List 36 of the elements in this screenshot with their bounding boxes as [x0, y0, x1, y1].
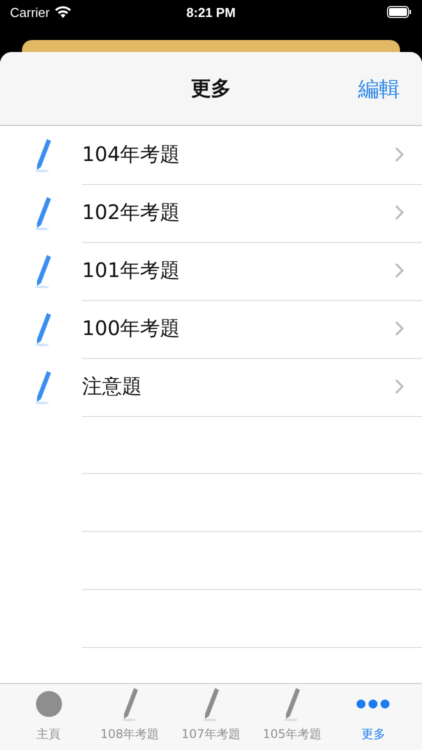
chevron-icon	[395, 379, 404, 394]
chevron-icon	[395, 321, 404, 336]
battery-icon	[387, 6, 412, 18]
pencil-icon	[32, 369, 54, 405]
circle-icon	[34, 690, 63, 718]
pencil-icon	[120, 686, 140, 722]
pencil-icon	[32, 137, 54, 173]
wifi-icon	[54, 6, 71, 18]
list-row[interactable]: 注意題	[82, 358, 422, 416]
edit-button[interactable]: 編輯	[358, 74, 400, 102]
pencil-icon	[32, 311, 54, 347]
tab[interactable]: 更多	[332, 684, 414, 746]
carrier-label: Carrier	[10, 4, 50, 20]
more-icon	[356, 699, 390, 709]
chevron-icon	[395, 147, 404, 162]
pencil-icon	[32, 195, 54, 231]
tab[interactable]: 108年考題	[89, 684, 170, 746]
row-label: 102年考題	[82, 199, 182, 226]
list-row[interactable]: 100年考題	[82, 300, 422, 358]
list-row[interactable]: 102年考題	[82, 184, 422, 242]
row-label: 101年考題	[82, 257, 182, 284]
nav-title: 更多	[191, 75, 231, 102]
tab[interactable]: 105年考題	[252, 684, 333, 746]
row-label: 100年考題	[82, 315, 182, 342]
tab[interactable]: 107年考題	[170, 684, 252, 746]
pencil-icon	[32, 253, 54, 289]
list-row[interactable]: 101年考題	[82, 242, 422, 300]
pencil-icon	[282, 686, 302, 722]
tab[interactable]: 主頁	[8, 684, 90, 746]
pencil-icon	[201, 686, 221, 722]
row-label: 注意題	[82, 373, 143, 400]
chevron-icon	[395, 263, 404, 278]
clock-label: 8:21 PM	[186, 4, 236, 20]
row-label: 104年考題	[82, 141, 182, 168]
chevron-icon	[395, 205, 404, 220]
list-row[interactable]: 104年考題	[82, 126, 422, 184]
